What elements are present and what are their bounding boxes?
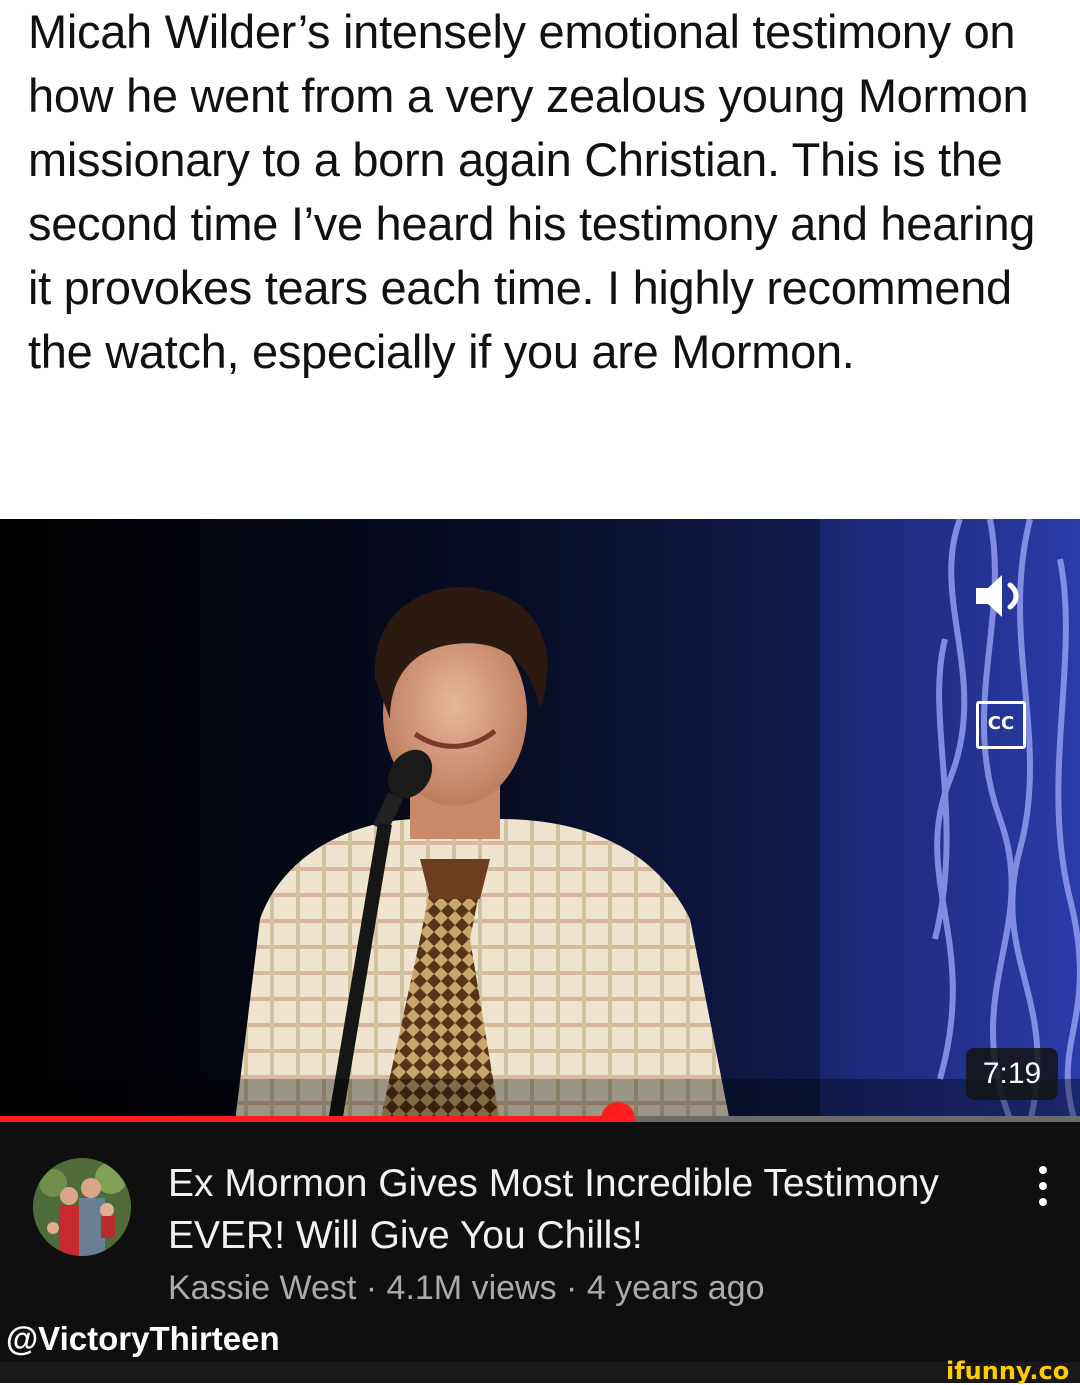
ifunny-watermark: ifunny.co (946, 1357, 1070, 1385)
duration-badge: 7:19 (966, 1048, 1058, 1100)
meta-separator: · (356, 1269, 387, 1307)
meta-separator: · (556, 1269, 587, 1307)
upload-age: 4 years ago (586, 1269, 765, 1307)
video-metadata: Kassie West · 4.1M views · 4 years ago (168, 1266, 988, 1310)
poster-handle: @VictoryThirteen (6, 1320, 280, 1357)
closed-captions-button[interactable]: CC (976, 701, 1026, 749)
video-title[interactable]: Ex Mormon Gives Most Incredible Testimon… (168, 1158, 988, 1262)
video-thumbnail (0, 519, 1080, 1122)
volume-icon[interactable] (972, 571, 1032, 621)
video-player[interactable]: CC 7:19 (0, 519, 1080, 1122)
view-count: 4.1M views (386, 1269, 557, 1307)
channel-name[interactable]: Kassie West (168, 1269, 356, 1307)
vertical-ellipsis-icon[interactable] (1028, 1164, 1058, 1208)
cc-label: CC (987, 713, 1015, 734)
channel-avatar[interactable] (33, 1158, 131, 1256)
footer-bar (0, 1362, 1080, 1383)
avatar-image (33, 1158, 131, 1256)
video-info-panel: Ex Mormon Gives Most Incredible Testimon… (0, 1122, 1080, 1362)
post-caption: Micah Wilder’s intensely emotional testi… (28, 5, 1036, 378)
